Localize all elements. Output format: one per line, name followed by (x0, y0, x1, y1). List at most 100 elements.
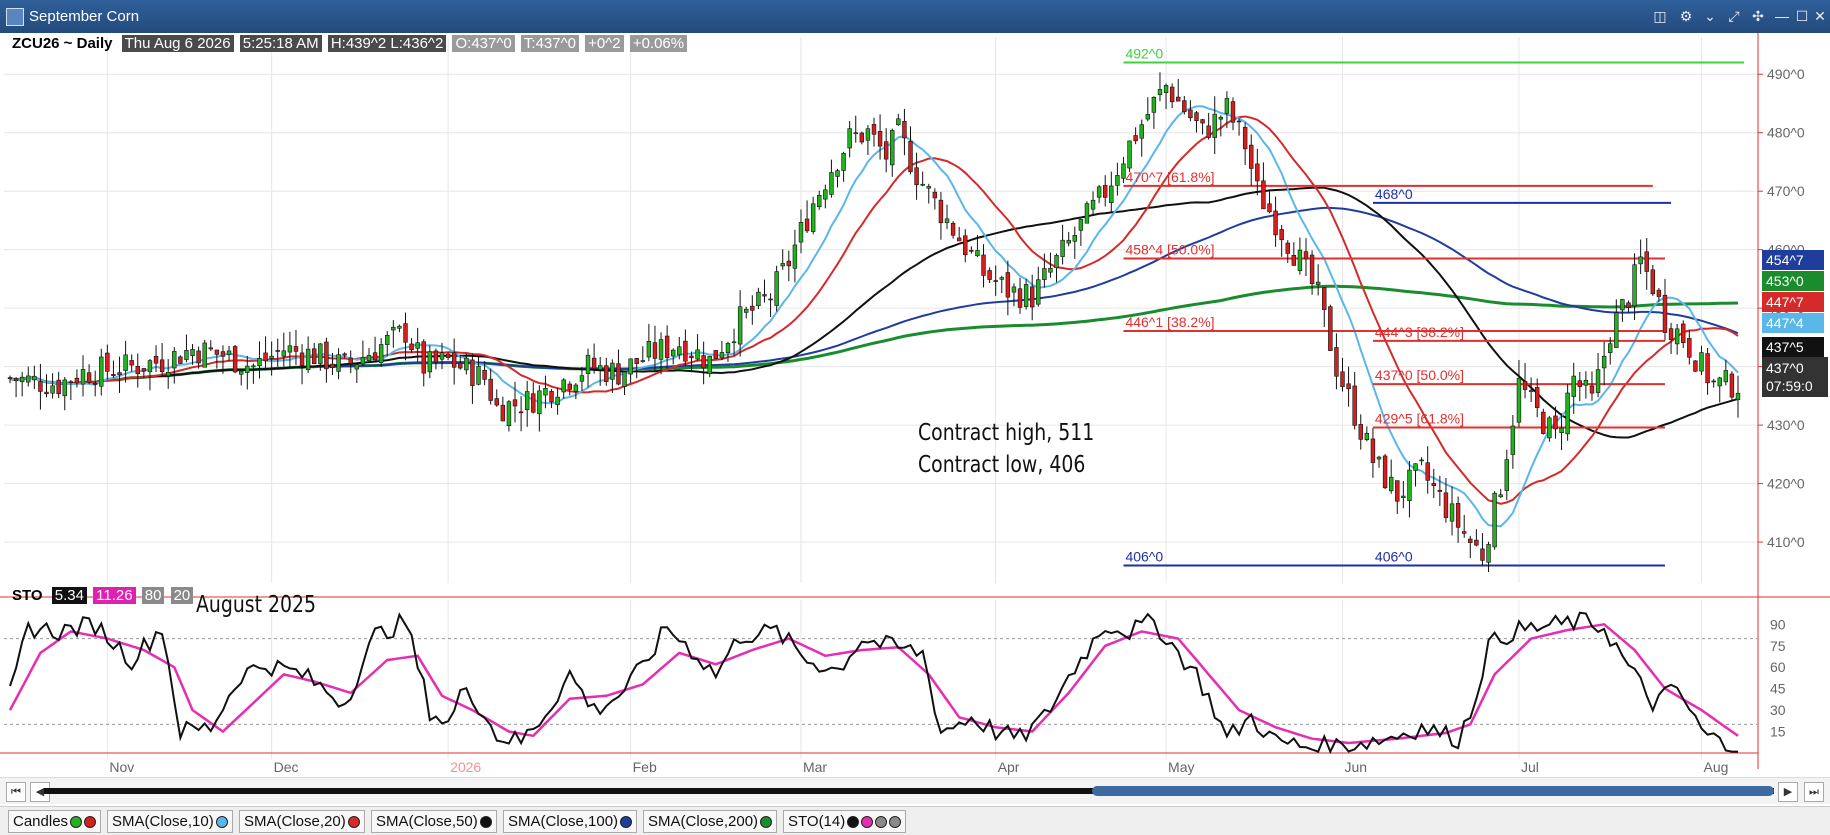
candle-body (1431, 483, 1436, 486)
ohlc-header: ZCU26 ~ Daily Thu Aug 6 2026 5:25:18 AM … (12, 35, 688, 55)
candle-body (1632, 264, 1637, 307)
maximize-button[interactable]: ☐ (1792, 6, 1812, 26)
move-icon[interactable]: ✣ (1748, 6, 1768, 26)
gear-icon[interactable]: ⚙ (1676, 6, 1696, 26)
candle-body (196, 350, 201, 364)
scroll-start-button[interactable]: ⏮ (6, 782, 26, 802)
candle-body (470, 359, 475, 386)
candle-body (1261, 180, 1266, 210)
contract-high-note: Contract high, 511 (918, 420, 1095, 446)
candle-body (938, 199, 944, 224)
candle-body (1066, 239, 1071, 244)
study-1[interactable]: SMA(Close,10) (107, 810, 233, 833)
close-button[interactable]: ✕ (1810, 6, 1830, 26)
candle-body (804, 218, 810, 232)
price-chart[interactable]: 492^0 470^7 [61.8%] 468^0 458^4 [50.0%] 446^… (0, 33, 1830, 777)
study-color-icon (847, 816, 860, 829)
candle-body (366, 355, 372, 361)
minimize-button[interactable]: — (1772, 6, 1792, 26)
scroll-thumb[interactable] (1092, 786, 1774, 796)
candle-body (658, 339, 664, 360)
date-tick-label: Apr (998, 759, 1020, 775)
sma50-badge: 437^5 (1766, 339, 1804, 355)
time-label: 5:25:18 AM (239, 35, 322, 52)
sma50-line (9, 186, 1739, 439)
date-tick-label: Jul (1521, 759, 1539, 775)
study-6[interactable]: STO(14) (783, 810, 907, 833)
candle-body (1443, 492, 1449, 518)
candle-body (245, 365, 250, 373)
candle-body (172, 351, 177, 369)
date-tick-label: Mar (803, 759, 827, 775)
study-label: SMA(Close,20) (244, 813, 346, 830)
candle-body (1029, 286, 1035, 308)
candle-body (1662, 294, 1668, 333)
study-4[interactable]: SMA(Close,100) (503, 810, 638, 833)
candle-body (1048, 267, 1053, 273)
price-badges: 454^7 453^0 447^7 447^4 437^5 437^0 07:59:0 (1762, 250, 1828, 397)
candle-body (1121, 163, 1126, 179)
candle-body (646, 341, 652, 358)
candle-body (902, 121, 907, 139)
candle-body (1571, 375, 1576, 397)
candle-body (1461, 531, 1467, 534)
candle-body (1163, 85, 1169, 93)
candle-body (1249, 144, 1254, 169)
study-2[interactable]: SMA(Close,20) (239, 810, 365, 833)
study-bar: Candles SMA(Close,10) SMA(Close,20) SMA(Clo… (0, 806, 1830, 835)
sma200-badge: 453^0 (1766, 273, 1804, 289)
candle-body (105, 352, 110, 372)
candle-body (19, 376, 25, 383)
scroll-next-button[interactable]: ▶ (1778, 782, 1798, 802)
date-tick-label: Dec (274, 759, 299, 775)
candle-body (756, 291, 761, 307)
candle-body (1315, 281, 1321, 285)
sto-tick-label: 30 (1770, 702, 1786, 718)
candle-body (1042, 268, 1047, 280)
candle-body (707, 355, 712, 375)
candle-body (768, 298, 773, 301)
expand-icon[interactable]: ⤢ (1724, 6, 1744, 26)
candle-body (1735, 392, 1741, 401)
candle-body (86, 372, 92, 383)
study-color-icon (347, 816, 360, 829)
chevron-down-icon[interactable]: ⌄ (1700, 6, 1720, 26)
candle-body (1437, 489, 1443, 492)
candle-body (1395, 480, 1400, 502)
scroll-end-button[interactable]: ⏭ (1804, 782, 1824, 802)
candle-body (518, 411, 524, 414)
sto-tick-label: 90 (1770, 616, 1786, 632)
level-label: 429^5 [61.8%] (1375, 410, 1464, 426)
candle-body (135, 365, 140, 375)
candle-body (263, 352, 268, 362)
candle-body (610, 362, 615, 380)
candle-body (421, 341, 426, 374)
candle-body (677, 346, 682, 356)
study-5[interactable]: SMA(Close,200) (643, 810, 778, 833)
candle-body (1078, 219, 1084, 231)
candle-body (835, 170, 840, 177)
study-color-icon (875, 816, 888, 829)
level-label: 444^3 [38.2%] (1375, 324, 1464, 340)
candle-body (1717, 377, 1722, 387)
chart-scrollbar[interactable]: ⏮ ◀ ▶ ⏭ (0, 777, 1830, 804)
level-label: 492^0 (1125, 46, 1163, 62)
window-titlebar: September Corn ◫ ⚙ ⌄ ⤢ ✣ — ☐ ✕ (0, 0, 1830, 33)
candle-body (1127, 140, 1132, 169)
level-label: 406^0 (1375, 548, 1413, 564)
candle-body (774, 271, 779, 306)
link-icon[interactable]: ◫ (1650, 6, 1670, 26)
candle-body (817, 194, 822, 208)
candle-body (68, 381, 74, 383)
candle-body (1535, 387, 1540, 408)
candle-body (7, 377, 13, 379)
level-label: 406^0 (1125, 548, 1163, 564)
study-0[interactable]: Candles (8, 810, 102, 833)
candle-body (403, 323, 408, 343)
candle-body (871, 124, 877, 135)
candle-body (1388, 476, 1394, 492)
candle-body (792, 244, 798, 269)
candle-body (1109, 185, 1114, 203)
candle-body (214, 349, 220, 355)
study-3[interactable]: SMA(Close,50) (371, 810, 497, 833)
